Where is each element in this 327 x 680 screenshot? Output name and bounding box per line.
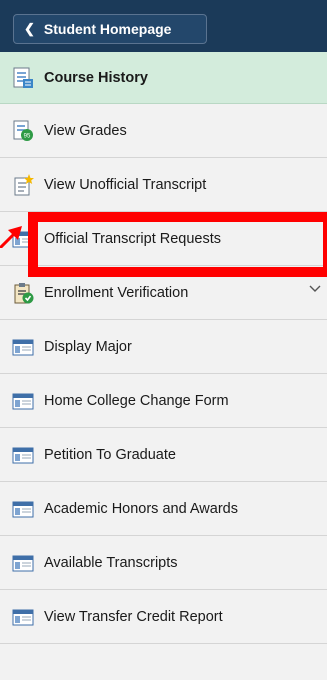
nav-item-home-college-change-form[interactable]: Home College Change Form	[0, 374, 327, 428]
nav-item-academic-honors-and-awards[interactable]: Academic Honors and Awards	[0, 482, 327, 536]
nav-item-view-transfer-credit-report[interactable]: View Transfer Credit Report	[0, 590, 327, 644]
window-icon	[12, 501, 34, 517]
window-icon	[12, 555, 34, 571]
nav-item-label: Course History	[44, 69, 148, 86]
nav-item-label: Academic Honors and Awards	[44, 500, 238, 517]
nav-header: ❮ Student Homepage	[0, 0, 327, 52]
nav-item-label: View Grades	[44, 122, 127, 139]
nav-item-label: Available Transcripts	[44, 554, 178, 571]
nav-item-label: Enrollment Verification	[44, 284, 189, 301]
back-button-label: Student Homepage	[43, 21, 172, 37]
window-icon	[12, 393, 34, 409]
nav-item-petition-to-graduate[interactable]: Petition To Graduate	[0, 428, 327, 482]
side-navigation: ❮ Student Homepage Course History 95 Vie…	[0, 0, 327, 680]
window-icon	[12, 447, 34, 463]
new-document-icon	[14, 173, 34, 195]
highlight-box	[28, 212, 327, 277]
student-homepage-back-button[interactable]: ❮ Student Homepage	[13, 14, 207, 44]
nav-item-label: View Transfer Credit Report	[44, 608, 223, 625]
window-icon	[12, 609, 34, 625]
grades-report-icon: 95	[13, 120, 33, 141]
nav-item-label: View Unofficial Transcript	[44, 176, 207, 193]
nav-item-available-transcripts[interactable]: Available Transcripts	[0, 536, 327, 590]
chevron-down-icon[interactable]	[309, 283, 321, 295]
nav-item-label: Petition To Graduate	[44, 446, 176, 463]
window-icon	[12, 339, 34, 355]
chevron-left-icon: ❮	[24, 21, 35, 36]
svg-text:95: 95	[24, 133, 31, 139]
report-icon	[13, 67, 33, 88]
nav-item-display-major[interactable]: Display Major	[0, 320, 327, 374]
nav-item-label: Display Major	[44, 338, 132, 355]
nav-item-label: Home College Change Form	[44, 392, 229, 409]
nav-item-view-grades[interactable]: 95 View Grades	[0, 104, 327, 158]
nav-item-course-history[interactable]: Course History	[0, 52, 327, 104]
nav-item-view-unofficial-transcript[interactable]: View Unofficial Transcript	[0, 158, 327, 212]
clipboard-check-icon	[14, 282, 34, 303]
pointer-arrow-icon	[0, 226, 22, 248]
